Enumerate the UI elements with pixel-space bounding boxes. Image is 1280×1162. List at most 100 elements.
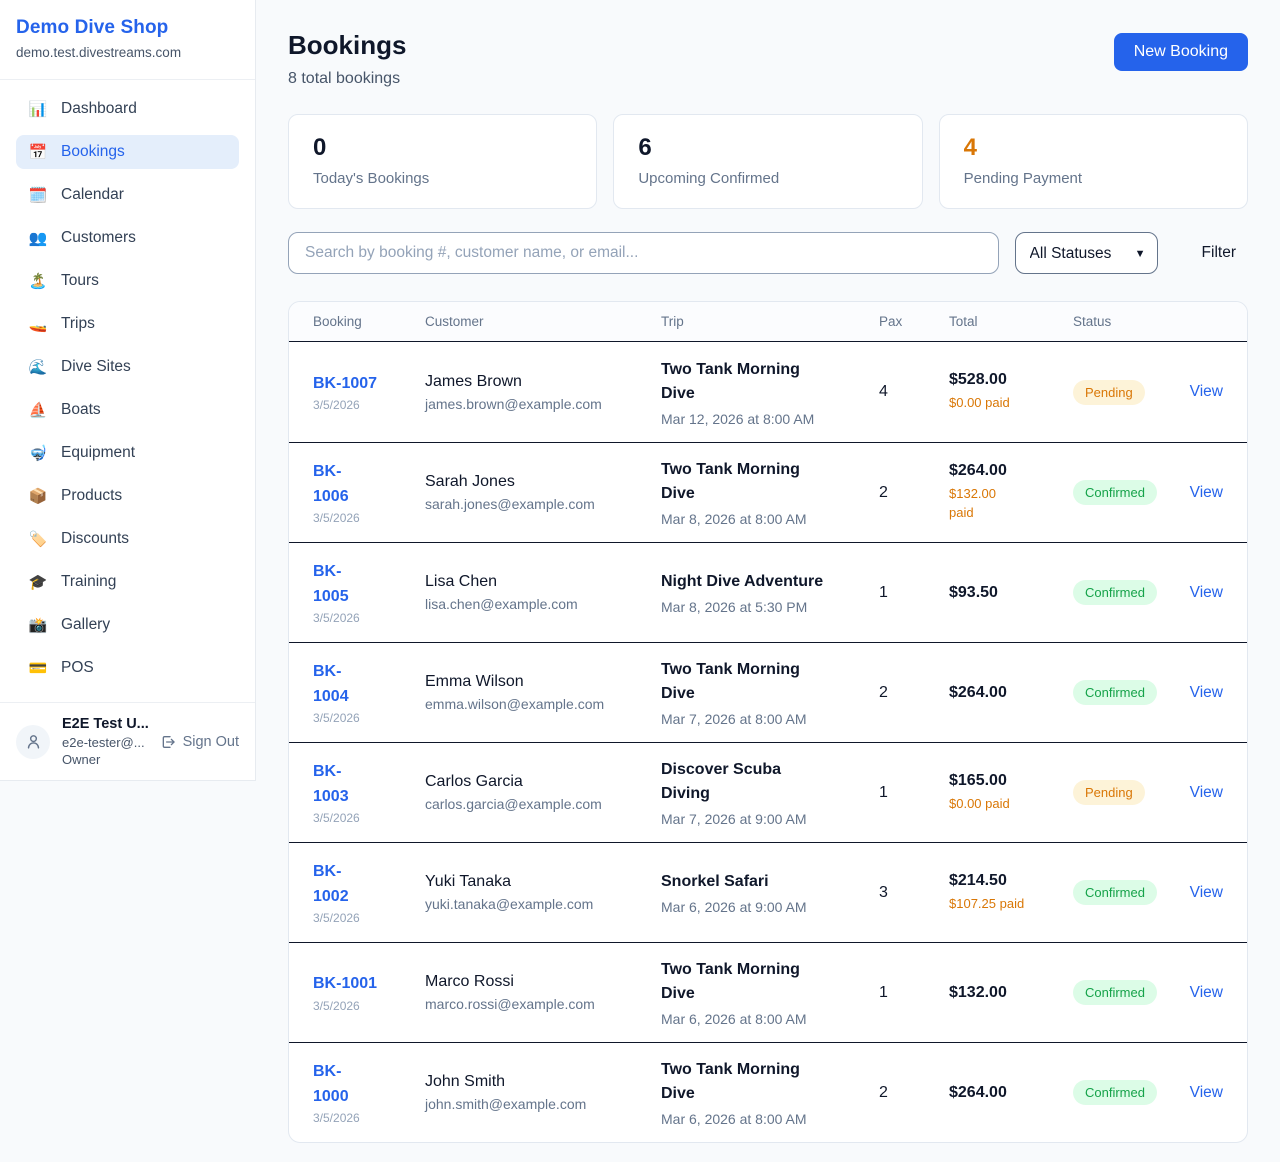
booking-id-link[interactable]: BK- 1006: [313, 460, 349, 510]
booking-id-link[interactable]: BK-1001: [313, 972, 377, 997]
status-badge: Confirmed: [1073, 480, 1157, 505]
graduation-cap-icon: 🎓: [28, 575, 48, 590]
brand-header: Demo Dive Shop demo.test.divestreams.com: [0, 0, 255, 80]
total-amount: $214.50: [949, 872, 1073, 890]
column-header-trip: Trip: [661, 314, 879, 329]
table-row: BK- 1006 3/5/2026 Sarah Jones sarah.jone…: [289, 442, 1247, 542]
trip-name: Snorkel Safari: [661, 870, 879, 894]
column-header-status: Status: [1073, 314, 1185, 329]
sidebar-item-discounts[interactable]: 🏷️ Discounts: [16, 522, 239, 556]
total-amount: $264.00: [949, 684, 1073, 702]
total-amount: $132.00: [949, 984, 1073, 1002]
table-row: BK- 1004 3/5/2026 Emma Wilson emma.wilso…: [289, 642, 1247, 742]
view-link[interactable]: View: [1190, 984, 1223, 1001]
sign-out-button[interactable]: Sign Out: [160, 734, 239, 750]
trip-name: Two Tank Morning Dive: [661, 1058, 879, 1106]
status-badge: Confirmed: [1073, 1080, 1157, 1105]
total-amount: $165.00: [949, 772, 1073, 790]
sidebar-item-label: Boats: [61, 401, 101, 419]
status-badge: Confirmed: [1073, 880, 1157, 905]
sidebar-item-dive-sites[interactable]: 🌊 Dive Sites: [16, 350, 239, 384]
table-row: BK- 1000 3/5/2026 John Smith john.smith@…: [289, 1042, 1247, 1142]
total-amount: $528.00: [949, 371, 1073, 389]
bookings-table: Booking Customer Trip Pax Total Status B…: [288, 301, 1248, 1143]
stat-card-pending-payment: 4 Pending Payment: [939, 114, 1248, 209]
view-link[interactable]: View: [1190, 1084, 1223, 1101]
new-booking-button[interactable]: New Booking: [1114, 33, 1248, 71]
trip-date: Mar 7, 2026 at 9:00 AM: [661, 811, 879, 827]
status-badge: Confirmed: [1073, 680, 1157, 705]
stats-row: 0 Today's Bookings 6 Upcoming Confirmed …: [288, 114, 1248, 209]
booking-date: 3/5/2026: [313, 999, 425, 1013]
booking-id-link[interactable]: BK-1007: [313, 372, 377, 397]
page-header: Bookings 8 total bookings New Booking: [288, 30, 1248, 88]
sidebar-item-label: Bookings: [61, 143, 125, 161]
wave-icon: 🌊: [28, 360, 48, 375]
table-row: BK-1001 3/5/2026 Marco Rossi marco.rossi…: [289, 942, 1247, 1042]
camera-icon: 📸: [28, 618, 48, 633]
sidebar-item-label: Tours: [61, 272, 99, 290]
sidebar-item-label: Equipment: [61, 444, 135, 462]
customer-email: carlos.garcia@example.com: [425, 796, 661, 812]
customer-email: sarah.jones@example.com: [425, 496, 661, 512]
view-link[interactable]: View: [1190, 884, 1223, 901]
pax-count: 1: [879, 784, 949, 802]
sidebar-item-label: Dive Sites: [61, 358, 131, 376]
customer-name: Emma Wilson: [425, 673, 661, 691]
sidebar-item-customers[interactable]: 👥 Customers: [16, 221, 239, 255]
trip-date: Mar 6, 2026 at 8:00 AM: [661, 1011, 879, 1027]
filter-button[interactable]: Filter: [1190, 236, 1248, 270]
sidebar-item-label: Trips: [61, 315, 95, 333]
booking-id-link[interactable]: BK- 1002: [313, 860, 349, 910]
status-badge: Pending: [1073, 380, 1145, 405]
search-input[interactable]: [288, 232, 999, 274]
booking-id-link[interactable]: BK- 1004: [313, 660, 349, 710]
sidebar-item-boats[interactable]: ⛵ Boats: [16, 393, 239, 427]
booking-id-link[interactable]: BK- 1003: [313, 760, 349, 810]
view-link[interactable]: View: [1190, 383, 1223, 400]
sidebar-item-label: Customers: [61, 229, 136, 247]
pax-count: 2: [879, 1084, 949, 1102]
person-icon: [25, 733, 42, 750]
paid-amount: $0.00 paid: [949, 394, 1073, 413]
trip-name: Two Tank Morning Dive: [661, 958, 879, 1006]
sidebar-item-pos[interactable]: 💳 POS: [16, 651, 239, 685]
trip-date: Mar 6, 2026 at 9:00 AM: [661, 899, 879, 915]
sidebar-item-trips[interactable]: 🚤 Trips: [16, 307, 239, 341]
table-row: BK- 1005 3/5/2026 Lisa Chen lisa.chen@ex…: [289, 542, 1247, 642]
sidebar-item-bookings[interactable]: 📅 Bookings: [16, 135, 239, 169]
sidebar-item-products[interactable]: 📦 Products: [16, 479, 239, 513]
booking-id-link[interactable]: BK- 1005: [313, 560, 349, 610]
trip-date: Mar 7, 2026 at 8:00 AM: [661, 711, 879, 727]
customer-email: yuki.tanaka@example.com: [425, 896, 661, 912]
customer-email: marco.rossi@example.com: [425, 996, 661, 1012]
sidebar-item-training[interactable]: 🎓 Training: [16, 565, 239, 599]
booking-date: 3/5/2026: [313, 398, 425, 412]
view-link[interactable]: View: [1190, 684, 1223, 701]
table-row: BK- 1003 3/5/2026 Carlos Garcia carlos.g…: [289, 742, 1247, 842]
booking-date: 3/5/2026: [313, 811, 425, 825]
status-select[interactable]: All Statuses: [1015, 232, 1158, 274]
profile-name: E2E Test U...: [62, 716, 160, 732]
view-link[interactable]: View: [1190, 484, 1223, 501]
pax-count: 1: [879, 584, 949, 602]
sidebar-item-calendar[interactable]: 🗓️ Calendar: [16, 178, 239, 212]
page-subtitle: 8 total bookings: [288, 70, 406, 88]
booking-id-link[interactable]: BK- 1000: [313, 1060, 349, 1110]
view-link[interactable]: View: [1190, 584, 1223, 601]
trip-name: Two Tank Morning Dive: [661, 658, 879, 706]
column-header-booking: Booking: [313, 314, 425, 329]
sidebar-item-tours[interactable]: 🏝️ Tours: [16, 264, 239, 298]
sign-out-label: Sign Out: [183, 734, 239, 750]
customer-name: Carlos Garcia: [425, 773, 661, 791]
sidebar: Demo Dive Shop demo.test.divestreams.com…: [0, 0, 256, 781]
trip-date: Mar 12, 2026 at 8:00 AM: [661, 411, 879, 427]
sidebar-item-gallery[interactable]: 📸 Gallery: [16, 608, 239, 642]
sidebar-item-equipment[interactable]: 🤿 Equipment: [16, 436, 239, 470]
customer-name: James Brown: [425, 373, 661, 391]
filter-row: All Statuses ▼ Filter: [288, 232, 1248, 274]
booking-date: 3/5/2026: [313, 611, 425, 625]
sidebar-item-dashboard[interactable]: 📊 Dashboard: [16, 92, 239, 126]
view-link[interactable]: View: [1190, 784, 1223, 801]
stat-label: Upcoming Confirmed: [638, 170, 897, 187]
